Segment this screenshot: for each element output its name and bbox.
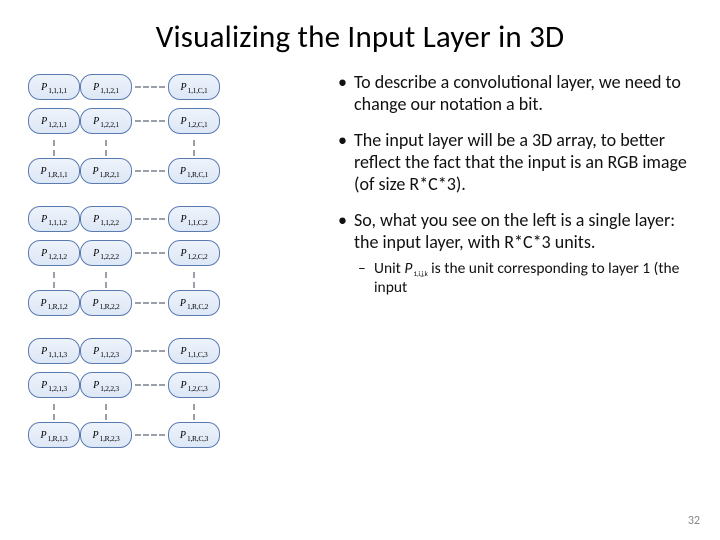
unit-symbol: P	[404, 259, 412, 278]
ellipsis-horizontal	[135, 170, 165, 172]
slide: Visualizing the Input Layer in 3D P1,1,1…	[0, 0, 720, 540]
perceptron-node: P1,R,C,1	[168, 158, 220, 184]
sub-bullet-prefix: Unit	[374, 259, 404, 278]
diagram-row: P1,1,1,2P1,1,2,2 P1,1,C,2	[28, 204, 328, 234]
perceptron-node: P1,1,C,2	[168, 206, 220, 232]
perceptron-node: P1,R,2,3	[80, 422, 132, 448]
unit-subscript: 1,i,j,k	[413, 270, 427, 279]
perceptron-node: P1,1,C,3	[168, 338, 220, 364]
bullet-list: To describe a convolutional layer, we ne…	[328, 66, 692, 526]
perceptron-node: P1,R,2,1	[80, 158, 132, 184]
ellipsis-vertical	[193, 272, 195, 288]
perceptron-node: P1,2,2,1	[80, 108, 132, 134]
perceptron-node: P1,1,1,2	[28, 206, 80, 232]
ellipsis-horizontal	[135, 434, 165, 436]
perceptron-node: P1,R,1,1	[28, 158, 80, 184]
bullet-text: So, what you see on the left is a single…	[354, 209, 675, 253]
diagram-row: P1,2,1,1P1,2,2,1 P1,2,C,1	[28, 106, 328, 136]
diagram-plane: P1,1,1,3P1,1,2,3 P1,1,C,3 P1,2,1,3P1,2,2,3…	[28, 336, 328, 450]
perceptron-node: P1,1,C,1	[168, 74, 220, 100]
diagram-row: P1,R,1,2P1,R,2,2 P1,R,C,2	[28, 288, 328, 318]
perceptron-node: P1,R,2,2	[80, 290, 132, 316]
ellipsis-horizontal	[135, 302, 165, 304]
ellipsis-vertical	[105, 272, 107, 288]
ellipsis-vertical	[53, 140, 55, 156]
diagram-row: P1,1,1,1P1,1,2,1 P1,1,C,1	[28, 72, 328, 102]
bullet-item: So, what you see on the left is a single…	[336, 210, 692, 298]
bullet-item: To describe a convolutional layer, we ne…	[336, 72, 692, 116]
perceptron-node: P1,1,2,2	[80, 206, 132, 232]
perceptron-node: P1,R,1,3	[28, 422, 80, 448]
ellipsis-vertical	[53, 272, 55, 288]
perceptron-node: P1,2,C,3	[168, 372, 220, 398]
ellipsis-horizontal	[135, 86, 165, 88]
diagram-row: P1,1,1,3P1,1,2,3 P1,1,C,3	[28, 336, 328, 366]
perceptron-node: P1,R,1,2	[28, 290, 80, 316]
perceptron-node: P1,1,1,3	[28, 338, 80, 364]
ellipsis-vertical-row	[28, 272, 328, 288]
diagram-row: P1,2,1,2P1,2,2,2 P1,2,C,2	[28, 238, 328, 268]
ellipsis-horizontal	[135, 218, 165, 220]
perceptron-node: P1,R,C,3	[168, 422, 220, 448]
content-area: P1,1,1,1P1,1,2,1 P1,1,C,1 P1,2,1,1P1,2,2,1…	[28, 66, 692, 526]
ellipsis-vertical	[53, 404, 55, 420]
ellipsis-horizontal	[135, 384, 165, 386]
ellipsis-vertical-row	[28, 404, 328, 420]
perceptron-node: P1,2,2,2	[80, 240, 132, 266]
perceptron-node: P1,1,1,1	[28, 74, 80, 100]
ellipsis-vertical-row	[28, 140, 328, 156]
diagram-row: P1,R,1,1P1,R,2,1 P1,R,C,1	[28, 156, 328, 186]
ellipsis-horizontal	[135, 350, 165, 352]
ellipsis-horizontal	[135, 252, 165, 254]
perceptron-node: P1,2,C,2	[168, 240, 220, 266]
ellipsis-vertical	[105, 140, 107, 156]
ellipsis-horizontal	[135, 120, 165, 122]
ellipsis-vertical	[193, 404, 195, 420]
ellipsis-vertical	[105, 404, 107, 420]
diagram-plane: P1,1,1,1P1,1,2,1 P1,1,C,1 P1,2,1,1P1,2,2,1…	[28, 72, 328, 186]
perceptron-node: P1,2,2,3	[80, 372, 132, 398]
perceptron-node: P1,1,2,1	[80, 74, 132, 100]
perceptron-node: P1,2,C,1	[168, 108, 220, 134]
diagram-row: P1,R,1,3P1,R,2,3 P1,R,C,3	[28, 420, 328, 450]
diagram-row: P1,2,1,3P1,2,2,3 P1,2,C,3	[28, 370, 328, 400]
ellipsis-vertical	[193, 140, 195, 156]
perceptron-node: P1,1,2,3	[80, 338, 132, 364]
bullet-item: The input layer will be a 3D array, to b…	[336, 130, 692, 196]
sub-bullet-item: Unit P1,i,j,k is the unit corresponding …	[354, 260, 692, 298]
page-number: 32	[688, 514, 700, 528]
perceptron-node: P1,2,1,3	[28, 372, 80, 398]
diagram-3d-grid: P1,1,1,1P1,1,2,1 P1,1,C,1 P1,2,1,1P1,2,2,1…	[28, 66, 328, 526]
perceptron-node: P1,R,C,2	[168, 290, 220, 316]
perceptron-node: P1,2,1,2	[28, 240, 80, 266]
diagram-plane: P1,1,1,2P1,1,2,2 P1,1,C,2 P1,2,1,2P1,2,2,2…	[28, 204, 328, 318]
page-title: Visualizing the Input Layer in 3D	[28, 18, 692, 56]
perceptron-node: P1,2,1,1	[28, 108, 80, 134]
